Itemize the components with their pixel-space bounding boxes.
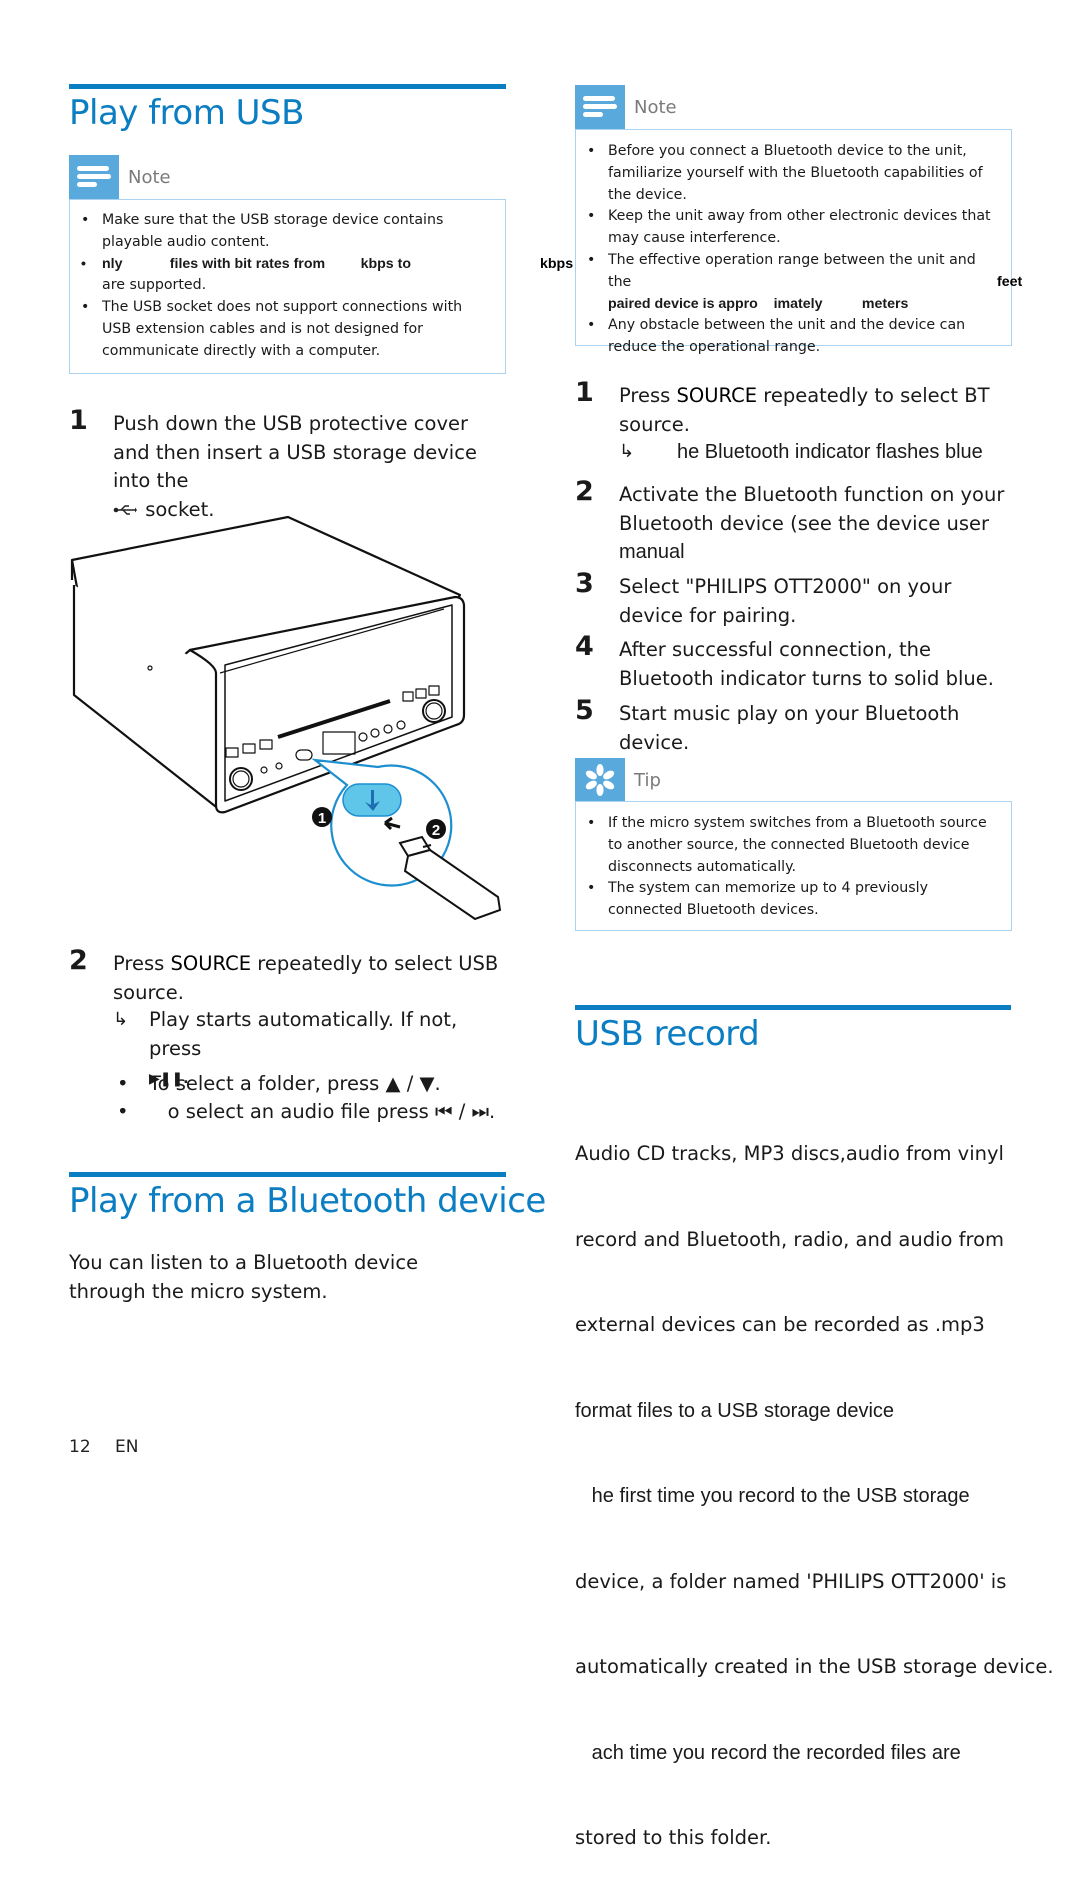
note-item: The USB socket does not support connecti…	[70, 297, 485, 362]
note-lines-icon	[575, 85, 625, 129]
note-callout-box: Before you connect a Bluetooth device to…	[575, 129, 1012, 355]
zoom-bubble: 1 2	[311, 758, 502, 921]
bluetooth-intro: You can listen to a Bluetooth device thr…	[69, 1251, 419, 1303]
section-rule	[69, 1172, 506, 1177]
section-rule	[69, 84, 506, 89]
callout-number-1: 1	[318, 810, 326, 827]
tip-item: If the micro system switches from a Blue…	[576, 813, 991, 878]
stray-kbps-text: kbps	[540, 256, 574, 272]
section-rule	[575, 1005, 1011, 1010]
section-title-bluetooth: Play from a Bluetooth device	[69, 1181, 546, 1221]
page-number: 12	[69, 1437, 91, 1457]
keyword-source: SOURCE	[170, 952, 252, 975]
note-callout-header: Note	[575, 85, 677, 129]
note-item: Before you connect a Bluetooth device to…	[576, 141, 991, 206]
result-arrow-icon: ↳	[113, 1009, 129, 1030]
bt-step-5: 5 Start music play on your Bluetooth dev…	[575, 695, 960, 754]
step-2-bullet-folder: • To select a folder, press ▲ / ▼.	[117, 1072, 441, 1095]
note-callout-box: Make sure that the USB storage device co…	[69, 199, 506, 374]
step-text: Push down the USB protective cover and t…	[113, 412, 477, 492]
bt-step-1-result: ↳ he Bluetooth indicator flashes blue	[619, 438, 1019, 467]
note-callout-header: Note	[69, 155, 171, 199]
tip-callout-header: Tip	[575, 758, 661, 802]
tip-label: Tip	[634, 769, 661, 791]
note-lines-icon	[69, 155, 119, 199]
stray-feet-text: feet	[997, 274, 1023, 290]
tip-callout-box: If the micro system switches from a Blue…	[575, 801, 1012, 931]
asterisk-tip-icon	[575, 758, 625, 802]
note-item: nly files with bit rates from kbps to	[70, 254, 485, 276]
callout-number-2: 2	[432, 822, 440, 839]
note-item: Make sure that the USB storage device co…	[70, 210, 485, 254]
step-number: 1	[69, 405, 88, 436]
bt-step-4: 4 After successful connection, the Bluet…	[575, 631, 994, 690]
up-down-icon: ▲ / ▼.	[385, 1072, 441, 1095]
note-item: Keep the unit away from other electronic…	[576, 206, 991, 250]
bt-step-3: 3 Select "PHILIPS OTT2000" on your devic…	[575, 568, 952, 627]
note-item-continuation: are supported.	[102, 277, 207, 294]
tip-item: The system can memorize up to 4 previous…	[576, 878, 991, 922]
note-item: Any obstacle between the unit and the de…	[576, 315, 991, 359]
note-label: Note	[634, 96, 677, 118]
language-code: EN	[115, 1437, 139, 1457]
step-2: 2 Press SOURCE repeatedly to select USB …	[69, 945, 499, 1004]
note-item: The effective operation range between th…	[576, 250, 991, 315]
device-usb-illustration: 1 2	[70, 515, 502, 921]
bt-step-1: 1 Press SOURCE repeatedly to select BT s…	[575, 377, 990, 436]
note-label: Note	[128, 166, 171, 188]
step-number: 2	[69, 945, 88, 976]
keyword-source: SOURCE	[676, 384, 758, 407]
result-arrow-icon: ↳	[619, 441, 635, 462]
prev-next-icon: ⏮ / ⏭.	[434, 1100, 496, 1123]
section-title-usb-record: USB record	[575, 1014, 760, 1054]
usb-record-body: Audio CD tracks, MP3 discs,audio from vi…	[575, 1142, 1054, 1849]
section-title-play-from-usb: Play from USB	[69, 93, 304, 133]
note-list: Make sure that the USB storage device co…	[70, 210, 485, 363]
bt-step-2: 2 Activate the Bluetooth function on you…	[575, 476, 1005, 563]
step-2-bullet-file: • o select an audio file press ⏮ / ⏭.	[117, 1100, 496, 1123]
